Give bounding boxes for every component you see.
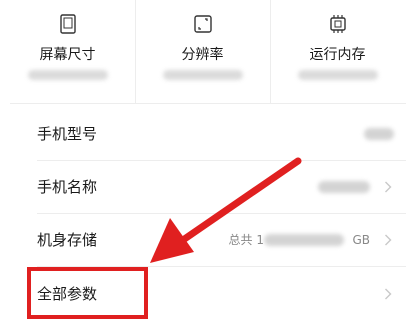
chevron-right-icon [385, 234, 392, 246]
row-storage-value-redacted [264, 234, 344, 246]
spec-resolution-label: 分辨率 [181, 47, 224, 63]
resolution-icon [193, 15, 212, 33]
chevron-right-icon [385, 181, 392, 193]
section-divider [10, 103, 406, 104]
row-phone-name[interactable]: 手机名称 [0, 161, 406, 213]
row-storage-label: 机身存储 [37, 231, 98, 249]
row-phone-name-value-redacted [318, 181, 370, 193]
row-phone-model[interactable]: 手机型号 [0, 108, 406, 160]
spec-resolution: 分辨率 [135, 0, 270, 103]
spec-memory-value-redacted [297, 70, 378, 80]
spec-memory-label: 运行内存 [309, 47, 366, 63]
row-phone-name-label: 手机名称 [37, 178, 98, 196]
spec-memory: 运行内存 [270, 0, 405, 103]
phone-info-screen: 屏幕尺寸 分辨率 运行内存 手机型号 手机名称 机身存储 总共 1 GB 全部参… [0, 0, 406, 322]
screen-size-icon [59, 14, 76, 34]
annotation-highlight-box [27, 267, 148, 319]
chevron-right-icon [385, 288, 392, 300]
spec-screen-size: 屏幕尺寸 [0, 0, 135, 103]
row-phone-model-value-redacted [364, 128, 394, 140]
memory-chip-icon [329, 15, 346, 33]
spec-screen-size-value-redacted [27, 70, 108, 80]
row-storage-value-prefix: 总共 1 [228, 233, 264, 247]
spec-summary: 屏幕尺寸 分辨率 运行内存 [0, 0, 406, 103]
spec-screen-size-label: 屏幕尺寸 [39, 47, 96, 63]
row-storage[interactable]: 机身存储 总共 1 GB [0, 214, 406, 266]
spec-resolution-value-redacted [162, 70, 243, 80]
row-storage-value-suffix: GB [352, 233, 370, 247]
row-phone-model-label: 手机型号 [37, 125, 98, 143]
